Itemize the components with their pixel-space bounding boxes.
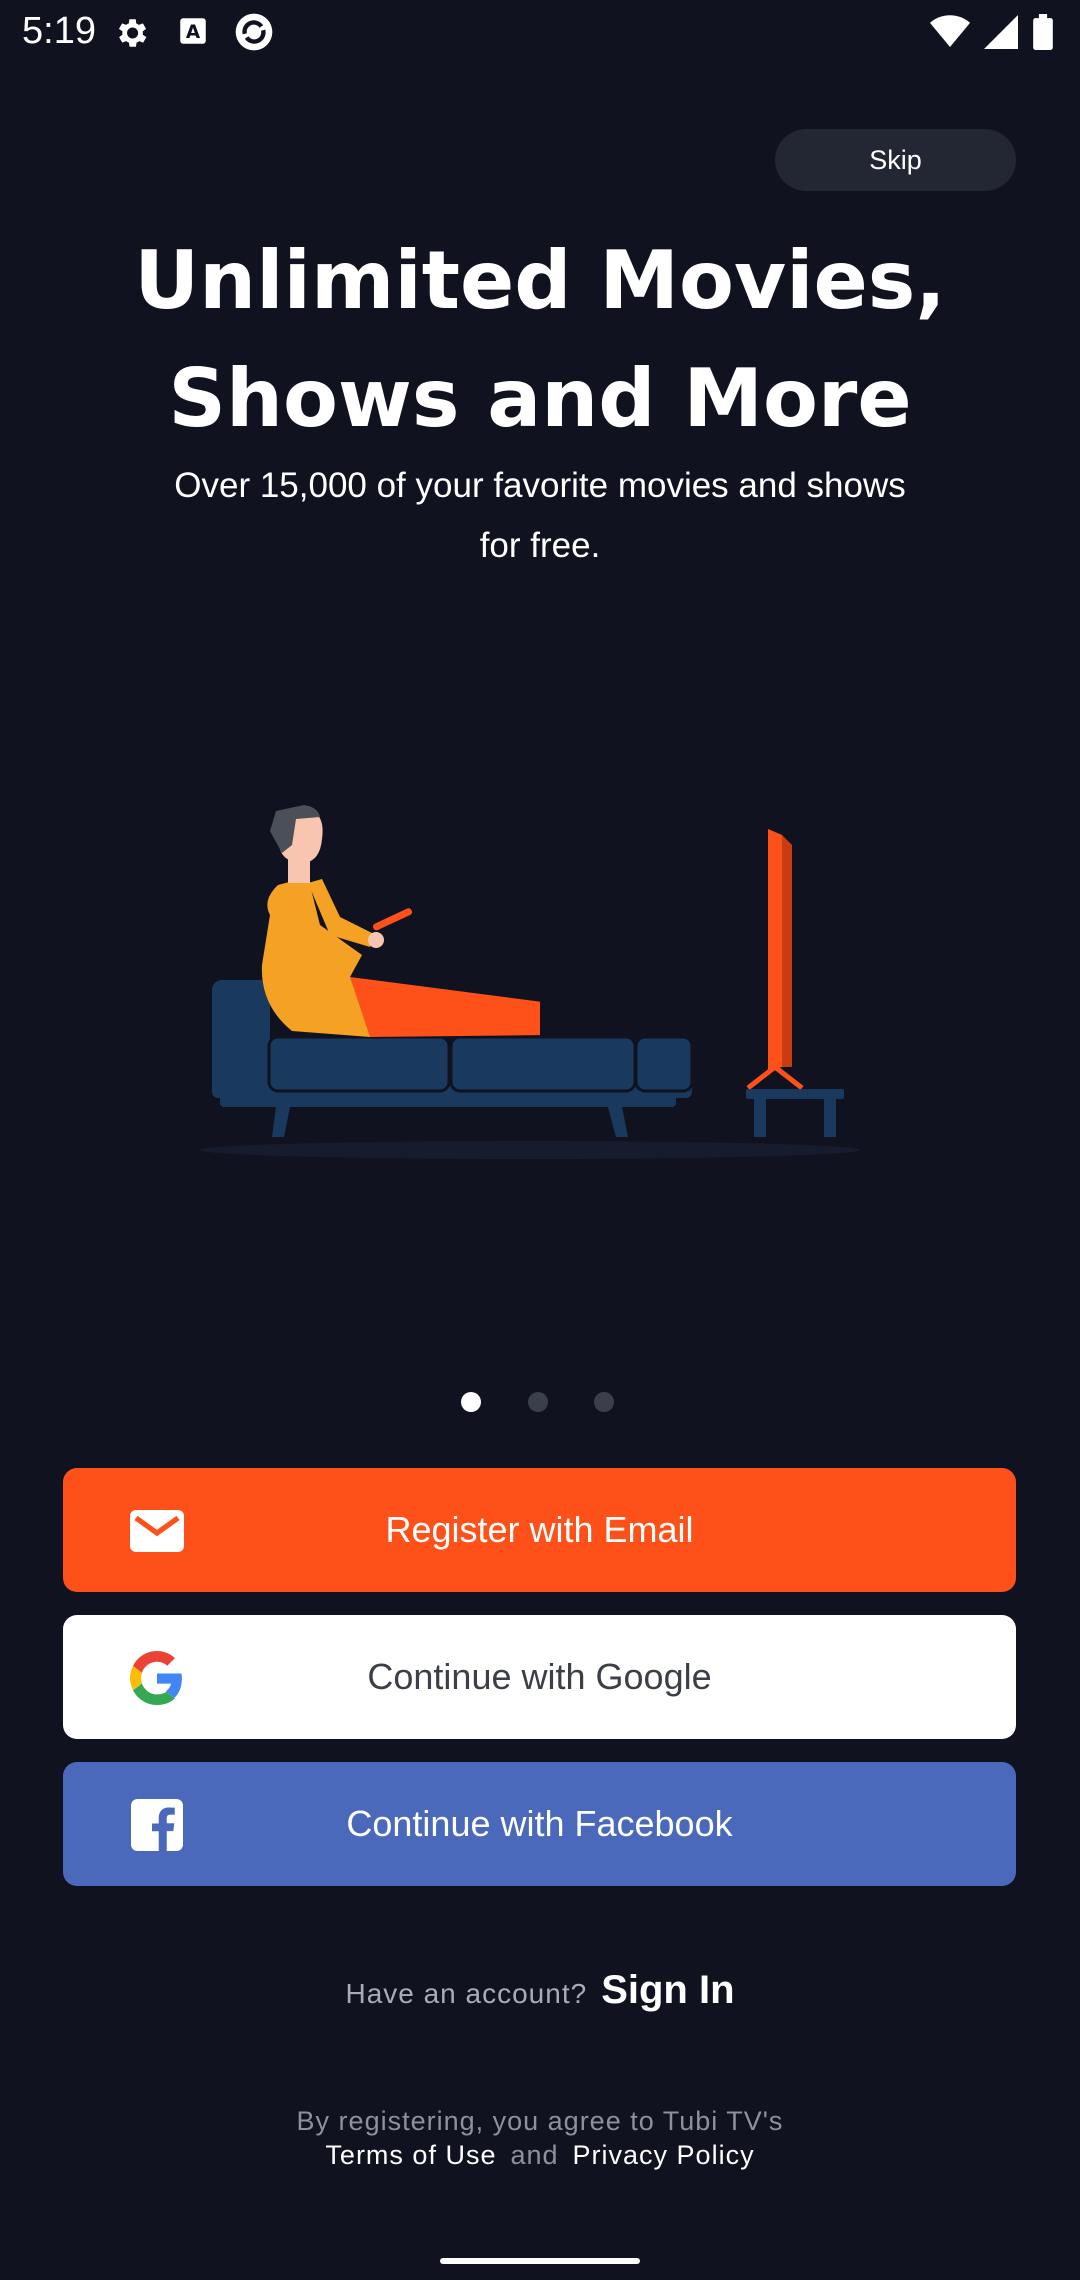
pager-indicator	[461, 1390, 631, 1414]
legal-line-2: Terms of Use and Privacy Policy	[0, 2138, 1080, 2172]
person	[261, 805, 552, 1037]
continue-facebook-label: Continue with Facebook	[346, 1803, 733, 1844]
register-email-label: Register with Email	[385, 1509, 694, 1550]
wifi-icon	[930, 15, 970, 54]
svg-text:A: A	[186, 22, 201, 43]
privacy-policy-link[interactable]: Privacy Policy	[573, 2138, 755, 2172]
status-bar: 5:19 A	[0, 0, 1080, 64]
title-line-2: Shows and More	[168, 352, 912, 445]
continue-google-label: Continue with Google	[367, 1656, 712, 1697]
signin-prompt: Have an account?	[345, 1978, 588, 2009]
pager-dot[interactable]	[528, 1392, 548, 1412]
home-indicator[interactable]	[440, 2258, 640, 2264]
skip-button[interactable]: Skip	[775, 129, 1016, 191]
onboarding-illustration	[200, 805, 860, 1159]
font-a-icon: A	[176, 14, 210, 53]
pager-dot[interactable]	[594, 1392, 614, 1412]
signin-row: Have an account? Sign In	[0, 1968, 1080, 2013]
terms-of-use-link[interactable]: Terms of Use	[325, 2138, 496, 2172]
signal-icon	[984, 15, 1018, 54]
subtitle-line-2: for free.	[479, 526, 601, 565]
envelope-icon	[129, 1503, 185, 1559]
sync-app-icon	[232, 10, 276, 59]
page-subtitle: Over 15,000 of your favorite movies and …	[120, 456, 960, 576]
subtitle-line-1: Over 15,000 of your favorite movies and …	[174, 466, 906, 505]
signin-link[interactable]: Sign In	[601, 1968, 734, 2013]
legal-and-text: and	[510, 2140, 559, 2170]
status-time: 5:19	[22, 10, 96, 52]
google-icon	[129, 1650, 185, 1706]
page-title: Unlimited Movies, Shows and More	[0, 222, 1080, 458]
tv	[746, 829, 844, 1137]
battery-icon	[1032, 14, 1054, 55]
title-line-1: Unlimited Movies,	[134, 234, 946, 327]
register-email-button[interactable]: Register with Email	[63, 1468, 1016, 1592]
continue-facebook-button[interactable]: Continue with Facebook	[63, 1762, 1016, 1886]
continue-google-button[interactable]: Continue with Google	[63, 1615, 1016, 1739]
facebook-icon	[129, 1797, 185, 1853]
pager-dot[interactable]	[461, 1392, 481, 1412]
legal-line-1: By registering, you agree to Tubi TV's	[296, 2106, 784, 2136]
legal-text: By registering, you agree to Tubi TV's T…	[0, 2104, 1080, 2172]
gear-icon	[112, 14, 150, 57]
